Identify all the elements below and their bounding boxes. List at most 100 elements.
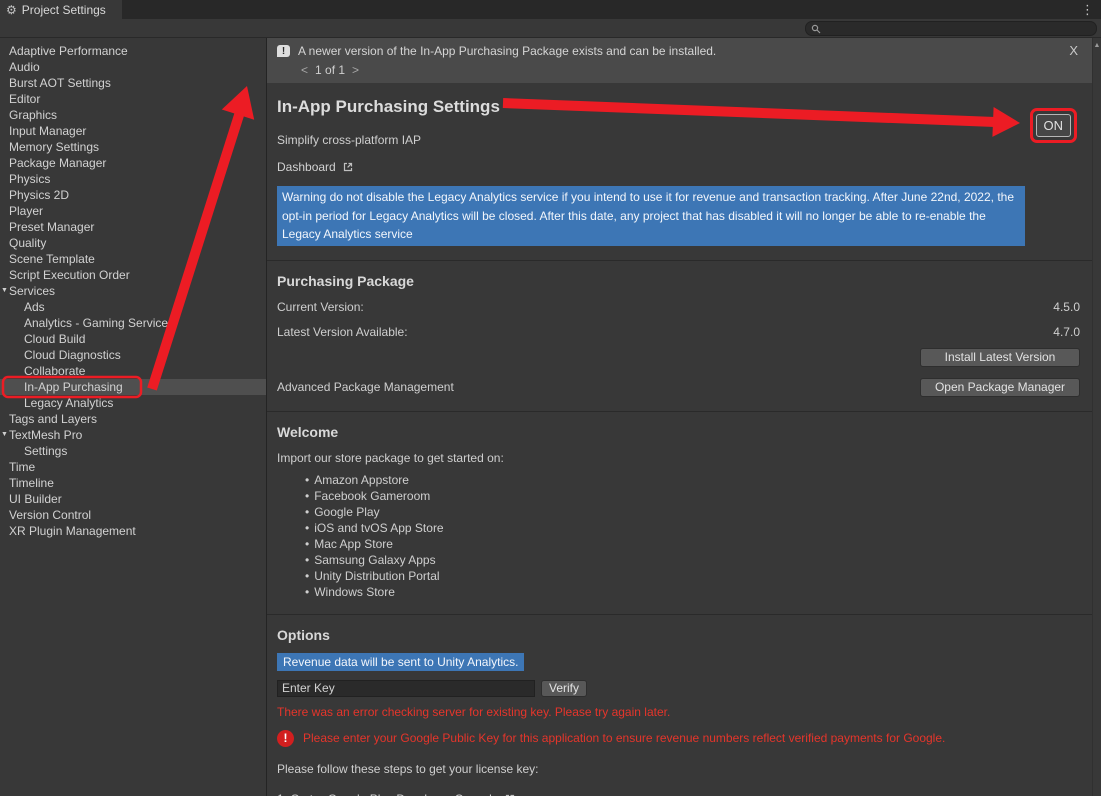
sidebar-item[interactable]: ▼ TextMesh Pro	[0, 427, 266, 443]
sidebar-item[interactable]: ▼ Ads	[0, 299, 266, 315]
sidebar-item-label: Physics	[9, 172, 50, 186]
search-box[interactable]	[805, 21, 1097, 36]
dashboard-row: Dashboard	[277, 160, 1080, 174]
store-name: Samsung Galaxy Apps	[314, 553, 435, 567]
key-entry-row: Verify	[277, 680, 1080, 697]
sidebar-item[interactable]: ▼ Memory Settings	[0, 139, 266, 155]
tab-title: Project Settings	[22, 3, 106, 17]
banner-prev-button[interactable]: <	[301, 63, 308, 77]
sidebar-item[interactable]: ▼ Editor	[0, 91, 266, 107]
sidebar-item[interactable]: ▼ Physics	[0, 171, 266, 187]
sidebar-item[interactable]: ▼ Quality	[0, 235, 266, 251]
key-error-row: ! Please enter your Google Public Key fo…	[277, 730, 1080, 747]
sidebar-item-label: Legacy Analytics	[24, 396, 113, 410]
sidebar-item[interactable]: ▼ UI Builder	[0, 491, 266, 507]
sidebar-item[interactable]: ▼ Scene Template	[0, 251, 266, 267]
store-list-item: •Windows Store	[305, 584, 1080, 600]
sidebar-item[interactable]: ▼ Adaptive Performance	[0, 43, 266, 59]
sidebar-item-label: Settings	[24, 444, 67, 458]
sidebar-item-label: Collaborate	[24, 364, 85, 378]
error-icon: !	[277, 730, 294, 747]
banner-page-label: 1 of 1	[315, 63, 345, 77]
google-public-key-input[interactable]	[277, 680, 535, 697]
store-list-item: •Facebook Gameroom	[305, 488, 1080, 504]
sidebar-item[interactable]: ▼ Preset Manager	[0, 219, 266, 235]
divider	[267, 260, 1092, 261]
sidebar-item-label: Physics 2D	[9, 188, 69, 202]
sidebar-item[interactable]: ▼ Player	[0, 203, 266, 219]
sidebar-item[interactable]: ▼ Time	[0, 459, 266, 475]
settings-sidebar: ▼ Adaptive Performance ▼ Audio ▼ Burst A…	[0, 38, 267, 796]
sidebar-item[interactable]: ▼ Analytics - Gaming Services	[0, 315, 266, 331]
sidebar-item-label: Services	[9, 284, 55, 298]
sidebar-item[interactable]: ▼ Legacy Analytics	[0, 395, 266, 411]
kebab-menu-icon[interactable]: ⋮	[1074, 0, 1101, 19]
sidebar-item[interactable]: ▼ Timeline	[0, 475, 266, 491]
sidebar-item[interactable]: ▼ Settings	[0, 443, 266, 459]
tab-bar: ⚙ Project Settings ⋮	[0, 0, 1101, 19]
sidebar-item-label: Timeline	[9, 476, 54, 490]
sidebar-item[interactable]: ▼ Cloud Build	[0, 331, 266, 347]
sidebar-item-label: Time	[9, 460, 35, 474]
sidebar-item[interactable]: ▼ Audio	[0, 59, 266, 75]
iap-toggle-button[interactable]: ON	[1036, 114, 1072, 137]
bullet-icon: •	[305, 569, 309, 583]
sidebar-item-label: Burst AOT Settings	[9, 76, 111, 90]
external-link-icon[interactable]	[342, 161, 354, 173]
welcome-heading: Welcome	[277, 424, 1080, 440]
sidebar-item-label: Editor	[9, 92, 40, 106]
sidebar-item-label: Package Manager	[9, 156, 106, 170]
google-play-console-link[interactable]: Google Play Developer Console	[328, 792, 499, 796]
sidebar-item[interactable]: ▼ Version Control	[0, 507, 266, 523]
sidebar-item[interactable]: ▼ Physics 2D	[0, 187, 266, 203]
store-list: •Amazon Appstore •Facebook Gameroom • Goo…	[305, 472, 1080, 600]
sidebar-item-label: XR Plugin Management	[9, 524, 136, 538]
store-name: Google Play	[314, 505, 379, 519]
install-latest-version-button[interactable]: Install Latest Version	[920, 348, 1080, 367]
tab-project-settings[interactable]: ⚙ Project Settings	[0, 0, 122, 19]
open-package-manager-button[interactable]: Open Package Manager	[920, 378, 1080, 397]
purchasing-package-heading: Purchasing Package	[277, 273, 1080, 289]
bullet-icon: •	[305, 553, 309, 567]
bullet-icon: •	[305, 537, 309, 551]
sidebar-item[interactable]: ▼ In-App Purchasing	[0, 379, 266, 395]
sidebar-item[interactable]: ▼ Graphics	[0, 107, 266, 123]
sidebar-item-label: Player	[9, 204, 43, 218]
store-list-item: •iOS and tvOS App Store	[305, 520, 1080, 536]
store-list-item: • Samsung Galaxy Apps	[305, 552, 1080, 568]
banner-next-button[interactable]: >	[352, 63, 359, 77]
sidebar-item[interactable]: ▼ Tags and Layers	[0, 411, 266, 427]
welcome-intro: Import our store package to get started …	[277, 451, 1080, 465]
sidebar-item-label: Analytics - Gaming Services	[24, 316, 174, 330]
sidebar-item[interactable]: ▼ XR Plugin Management	[0, 523, 266, 539]
vertical-scrollbar[interactable]: ▲	[1092, 38, 1101, 796]
bullet-icon: •	[305, 489, 309, 503]
info-icon: !	[277, 45, 290, 57]
legacy-analytics-warning: Warning do not disable the Legacy Analyt…	[277, 186, 1025, 246]
foldout-icon[interactable]: ▼	[1, 283, 8, 299]
sidebar-item-label: In-App Purchasing	[24, 380, 123, 394]
bullet-icon: •	[305, 585, 309, 599]
sidebar-item-label: Adaptive Performance	[9, 44, 128, 58]
foldout-icon[interactable]: ▼	[1, 427, 8, 443]
store-name: Unity Distribution Portal	[314, 569, 439, 583]
install-button-row: Install Latest Version	[277, 348, 1080, 367]
sidebar-item[interactable]: ▼ Cloud Diagnostics	[0, 347, 266, 363]
bullet-icon: •	[305, 473, 309, 487]
sidebar-item-label: Quality	[9, 236, 46, 250]
dashboard-link[interactable]: Dashboard	[277, 160, 336, 174]
sidebar-item-label: Input Manager	[9, 124, 86, 138]
sidebar-item[interactable]: ▼ Input Manager	[0, 123, 266, 139]
scrollbar-up-icon[interactable]: ▲	[1093, 42, 1101, 49]
iap-settings-panel: ON In-App Purchasing Settings Simplify c…	[267, 83, 1092, 796]
banner-close-button[interactable]: X	[1069, 43, 1078, 58]
sidebar-item[interactable]: ▼ Package Manager	[0, 155, 266, 171]
options-heading: Options	[277, 627, 1080, 643]
sidebar-item[interactable]: ▼ Collaborate	[0, 363, 266, 379]
sidebar-item[interactable]: ▼ Services	[0, 283, 266, 299]
sidebar-item[interactable]: ▼ Burst AOT Settings	[0, 75, 266, 91]
store-list-item: •Amazon Appstore	[305, 472, 1080, 488]
verify-button[interactable]: Verify	[541, 680, 587, 697]
search-input[interactable]	[825, 23, 1091, 35]
sidebar-item[interactable]: ▼ Script Execution Order	[0, 267, 266, 283]
